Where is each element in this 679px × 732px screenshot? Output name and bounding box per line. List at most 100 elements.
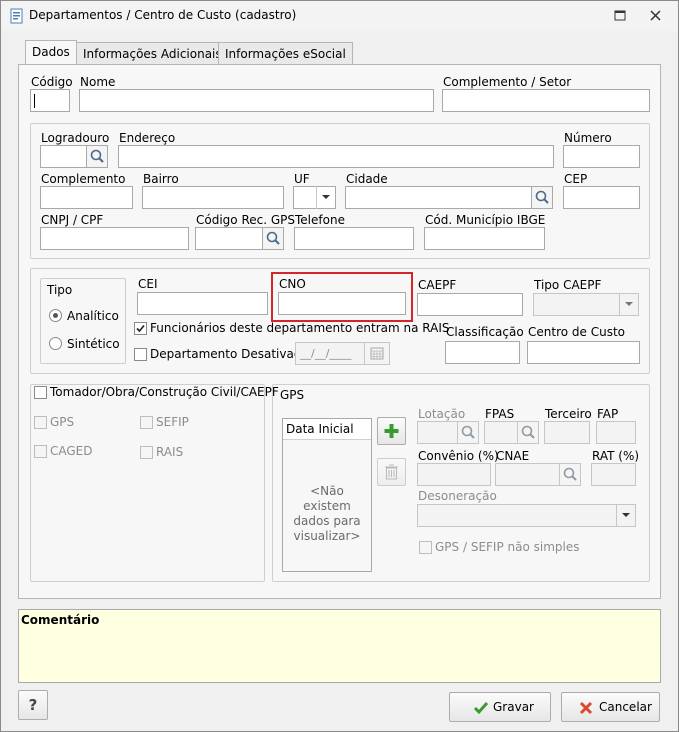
chevron-down-icon — [316, 186, 335, 209]
codigo-input[interactable] — [30, 89, 70, 112]
tomador-caged-checkbox[interactable] — [34, 445, 47, 458]
logradouro-input[interactable] — [40, 145, 87, 168]
classificacao-input[interactable] — [445, 341, 520, 364]
analitico-label: Analítico — [67, 309, 119, 323]
fpas-label: FPAS — [485, 407, 515, 421]
gravar-label: Gravar — [493, 700, 534, 714]
cancelar-button[interactable]: Cancelar — [561, 692, 660, 722]
lotacao-input[interactable] — [417, 421, 458, 444]
tomador-gps-checkbox[interactable] — [34, 416, 47, 429]
endereco-label: Endereço — [119, 131, 176, 145]
search-icon — [461, 425, 475, 439]
funcionarios-rais-checkbox[interactable] — [134, 322, 147, 335]
plus-icon — [384, 424, 399, 438]
tipo-label: Tipo — [47, 283, 73, 297]
tab-informacoes-esocial[interactable]: Informações eSocial — [218, 42, 353, 65]
codigo-label: Código — [31, 75, 73, 89]
x-icon — [579, 701, 593, 715]
caepf-input[interactable] — [417, 293, 523, 316]
rat-input[interactable] — [591, 463, 636, 486]
codigo-rec-gps-search-button[interactable] — [262, 227, 284, 250]
cnpj-cpf-input[interactable] — [40, 227, 189, 250]
cidade-search-button[interactable] — [531, 186, 553, 209]
desoneracao-label: Desoneração — [418, 489, 497, 503]
chevron-down-icon — [616, 504, 635, 527]
tipo-caepf-label: Tipo CAEPF — [534, 278, 602, 292]
endereco-input[interactable] — [118, 145, 554, 168]
convenio-label: Convênio (%) — [418, 449, 499, 463]
terceiro-input[interactable] — [544, 421, 590, 444]
centro-de-custo-input[interactable] — [527, 341, 640, 364]
add-button[interactable] — [377, 417, 406, 445]
fap-label: FAP — [597, 407, 619, 421]
fpas-search-button[interactable] — [517, 421, 539, 444]
gps-sefip-nao-simples-checkbox[interactable] — [419, 541, 432, 554]
tab-dados[interactable]: Dados — [25, 40, 77, 65]
cno-label: CNO — [279, 277, 306, 291]
desativado-date-input[interactable]: __/__/____ — [295, 342, 365, 365]
telefone-label: Telefone — [295, 213, 345, 227]
fap-input[interactable] — [596, 421, 636, 444]
comentario-area[interactable] — [18, 609, 661, 683]
rat-label: RAT (%) — [592, 449, 640, 463]
close-icon[interactable] — [645, 7, 667, 25]
help-button[interactable]: ? — [18, 690, 48, 720]
uf-select[interactable] — [293, 186, 336, 209]
tomador-checkbox[interactable] — [34, 386, 47, 399]
complemento-setor-input[interactable] — [442, 89, 650, 112]
fpas-input[interactable] — [484, 421, 518, 444]
tomador-sefip-checkbox[interactable] — [140, 416, 153, 429]
search-icon — [563, 467, 577, 481]
telefone-input[interactable] — [294, 227, 414, 250]
cnae-search-button[interactable] — [559, 463, 581, 486]
cidade-input[interactable] — [345, 186, 532, 209]
logradouro-search-button[interactable] — [86, 145, 108, 168]
radio-analitico[interactable] — [49, 309, 62, 322]
uf-label: UF — [294, 172, 310, 186]
tab-informacoes-adicionais[interactable]: Informações Adicionais — [76, 42, 229, 65]
cnpj-cpf-label: CNPJ / CPF — [41, 213, 104, 227]
gps-list-header[interactable]: Data Inicial — [283, 419, 371, 440]
cei-input[interactable] — [137, 292, 268, 315]
complemento-input[interactable] — [40, 186, 133, 209]
tomador-rais-label: RAIS — [156, 445, 184, 459]
convenio-input[interactable] — [417, 463, 491, 486]
tomador-rais-checkbox[interactable] — [140, 446, 153, 459]
tomador-gps-label: GPS — [50, 415, 75, 429]
nome-label: Nome — [80, 75, 116, 89]
classificacao-label: Classificação — [446, 325, 524, 339]
desoneracao-select[interactable] — [417, 504, 636, 527]
codigo-rec-gps-input[interactable] — [195, 227, 263, 250]
restore-icon[interactable] — [609, 7, 631, 25]
numero-input[interactable] — [563, 145, 640, 168]
bairro-label: Bairro — [143, 172, 179, 186]
logradouro-label: Logradouro — [41, 131, 110, 145]
comentario-label: Comentário — [21, 613, 100, 627]
cno-input[interactable] — [278, 292, 406, 315]
app-icon — [9, 8, 25, 24]
cep-label: CEP — [564, 172, 588, 186]
cod-municipio-ibge-input[interactable] — [424, 227, 545, 250]
gps-title: GPS — [280, 388, 305, 402]
complemento-label: Complemento — [41, 172, 126, 186]
delete-button[interactable] — [377, 458, 406, 486]
bairro-input[interactable] — [142, 186, 284, 209]
radio-sintetico[interactable] — [49, 337, 62, 350]
nome-input[interactable] — [79, 89, 434, 112]
lotacao-search-button[interactable] — [457, 421, 479, 444]
tomador-label: Tomador/Obra/Construção Civil/CAEPF — [50, 385, 279, 399]
tipo-caepf-select[interactable] — [533, 293, 639, 316]
search-icon — [535, 190, 549, 204]
gps-list-empty: <Não existem dados para visualizar> — [293, 484, 361, 543]
cei-label: CEI — [138, 277, 158, 291]
cep-input[interactable] — [563, 186, 640, 209]
search-icon — [266, 231, 280, 245]
departamento-desativado-checkbox[interactable] — [134, 348, 147, 361]
help-label: ? — [28, 696, 38, 714]
chevron-down-icon — [619, 293, 638, 316]
calendar-icon[interactable] — [364, 342, 390, 365]
cnae-input[interactable] — [495, 463, 560, 486]
search-icon — [90, 149, 104, 163]
lotacao-label: Lotação — [418, 407, 466, 421]
gravar-button[interactable]: Gravar — [449, 692, 551, 722]
